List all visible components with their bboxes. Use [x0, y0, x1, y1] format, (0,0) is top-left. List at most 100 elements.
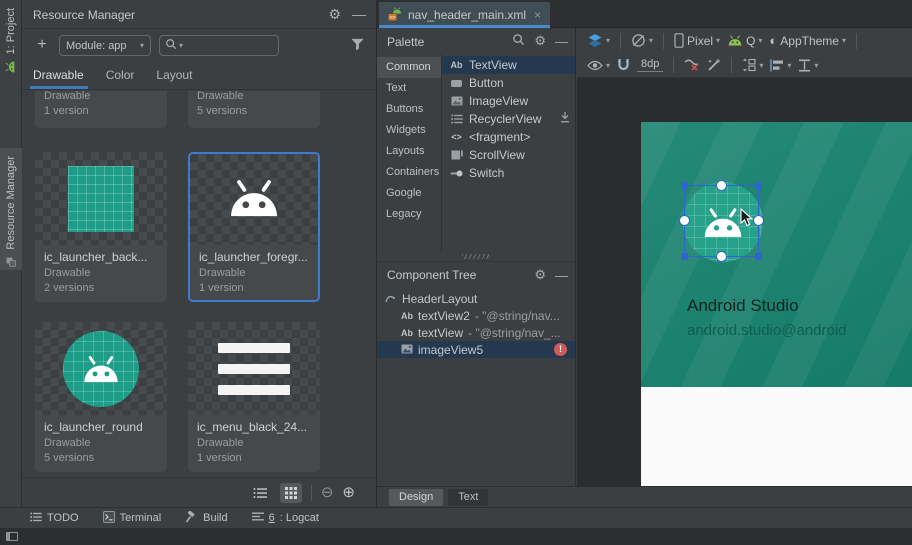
chevron-down-icon: ▾	[716, 36, 720, 45]
resize-handle[interactable]	[681, 182, 688, 189]
design-canvas[interactable]: Android Studio android.studio@android	[577, 78, 912, 486]
zoom-out-button[interactable]: ⊖	[321, 483, 334, 503]
drawable-card-partial[interactable]: Drawable 5 versions	[188, 91, 320, 128]
constraint-anchor[interactable]	[753, 215, 764, 226]
add-resource-button[interactable]: +	[32, 34, 52, 56]
component-button[interactable]: Button	[442, 74, 575, 92]
autoconnect-magnet-button[interactable]	[617, 58, 630, 72]
component-textview[interactable]: Ab TextView	[442, 56, 575, 74]
constraint-anchor[interactable]	[679, 215, 690, 226]
sidebar-tab-resource-manager[interactable]: Resource Manager	[0, 148, 22, 270]
module-selector-label: Module: app	[66, 40, 127, 52]
category-common[interactable]: Common	[377, 57, 441, 78]
tree-node-label: HeaderLayout	[402, 292, 477, 306]
api-version-selector[interactable]: Q ▾	[727, 34, 762, 48]
component-imageview[interactable]: ImageView	[442, 92, 575, 110]
theme-selector[interactable]: ◐ AppTheme ▾	[769, 33, 846, 48]
tool-button-todo[interactable]: TODO	[30, 512, 79, 525]
zoom-in-button[interactable]: ⊕	[342, 483, 355, 503]
drawable-card-ic-launcher-background[interactable]: ic_launcher_back... Drawable 2 versions	[35, 152, 167, 302]
resource-type-tabs: Drawable Color Layout	[23, 61, 375, 90]
tree-node-imageview5[interactable]: imageView5 !	[377, 341, 575, 358]
tree-node-headerlayout[interactable]: HeaderLayout	[377, 290, 575, 307]
constraint-anchor[interactable]	[716, 251, 727, 262]
module-selector[interactable]: Module: app ▾	[59, 35, 151, 56]
drawable-card-ic-menu-black[interactable]: ic_menu_black_24... Drawable 1 version	[188, 322, 320, 472]
drawable-card-ic-launcher-foreground[interactable]: ic_launcher_foregr... Drawable 1 version	[188, 152, 320, 302]
component-recyclerview[interactable]: RecyclerView	[442, 110, 575, 128]
drawable-card-partial[interactable]: Drawable 1 version	[35, 91, 167, 128]
menu-icon-preview	[218, 343, 290, 395]
tree-node-textview[interactable]: Ab textView - "@string/nav_...	[377, 324, 575, 341]
device-selector[interactable]: Pixel ▾	[674, 33, 720, 48]
search-input[interactable]: ▾	[159, 35, 279, 56]
clear-constraints-button[interactable]	[684, 58, 700, 72]
tool-button-terminal[interactable]: Terminal	[103, 511, 162, 526]
align-button[interactable]: ▾	[770, 59, 791, 72]
resize-handle[interactable]	[755, 182, 762, 189]
design-toolbar-constraints: ▾ 8dp ▾ ▾ ▾	[577, 53, 912, 78]
infer-constraints-button[interactable]	[707, 58, 721, 72]
divider	[673, 57, 674, 73]
preview-title-textview[interactable]: Android Studio	[687, 296, 799, 316]
tab-design[interactable]: Design	[389, 489, 443, 506]
category-text[interactable]: Text	[377, 78, 441, 99]
tree-node-textview2[interactable]: Ab textView2 - "@string/nav...	[377, 307, 575, 324]
tab-text[interactable]: Text	[448, 489, 488, 506]
textview-icon: Ab	[401, 328, 413, 338]
filter-icon[interactable]	[351, 38, 364, 54]
minimize-icon[interactable]: —	[352, 6, 366, 22]
resize-handle[interactable]	[681, 253, 688, 260]
sidebar-tab-project[interactable]: 1: Project	[0, 8, 22, 118]
resize-handle[interactable]	[755, 253, 762, 260]
tool-button-build[interactable]: Build	[185, 511, 227, 526]
category-widgets[interactable]: Widgets	[377, 120, 441, 141]
error-icon[interactable]: !	[554, 343, 567, 356]
gear-icon[interactable]: ⚙	[328, 6, 341, 22]
category-containers[interactable]: Containers	[377, 162, 441, 183]
design-surface-selector[interactable]: ▾	[587, 33, 610, 48]
guidelines-button[interactable]: ▾	[798, 59, 818, 72]
pack-button[interactable]: ▾	[742, 58, 763, 72]
gear-icon[interactable]: ⚙	[534, 33, 546, 49]
minimize-icon[interactable]: —	[555, 34, 568, 49]
grid-view-button[interactable]	[280, 483, 302, 503]
tab-color[interactable]: Color	[106, 68, 135, 89]
tool-window-toggle-icon[interactable]	[6, 532, 18, 541]
download-icon[interactable]	[560, 112, 570, 126]
component-switch[interactable]: Switch	[442, 164, 575, 182]
search-icon[interactable]	[512, 33, 525, 49]
image-icon	[449, 96, 464, 106]
orientation-selector[interactable]: ▾	[631, 33, 653, 48]
nav-header-preview[interactable]: Android Studio android.studio@android	[641, 122, 912, 387]
view-options-button[interactable]: ▾	[587, 60, 610, 71]
category-google[interactable]: Google	[377, 183, 441, 204]
default-margin-button[interactable]: 8dp	[637, 58, 663, 72]
palette-panel: Palette ⚙ — Common Text Buttons Widgets …	[377, 28, 576, 252]
status-bar	[0, 528, 912, 545]
chevron-down-icon: ▾	[814, 61, 818, 70]
close-icon[interactable]: ×	[534, 8, 541, 22]
list-view-button[interactable]	[249, 483, 271, 503]
editor-tab-nav-header-main[interactable]: <> nav_header_main.xml ×	[379, 2, 550, 28]
tool-button-logcat[interactable]: 6: Logcat	[252, 512, 319, 524]
component-fragment[interactable]: <> <fragment>	[442, 128, 575, 146]
category-layouts[interactable]: Layouts	[377, 141, 441, 162]
drawable-card-ic-launcher-round[interactable]: ic_launcher_round Drawable 5 versions	[35, 322, 167, 472]
image-icon	[401, 343, 413, 357]
minimize-icon[interactable]: —	[555, 268, 568, 283]
resource-manager-icon	[6, 256, 16, 270]
gear-icon[interactable]: ⚙	[534, 267, 546, 283]
theme-selector-label: AppTheme	[780, 34, 839, 48]
tab-layout[interactable]: Layout	[156, 68, 192, 89]
component-label: RecyclerView	[469, 112, 541, 126]
xml-file-icon: <>	[388, 7, 402, 24]
panel-splitter[interactable]	[377, 252, 576, 261]
category-buttons[interactable]: Buttons	[377, 99, 441, 120]
layout-icon	[385, 292, 397, 306]
constraint-anchor[interactable]	[716, 180, 727, 191]
component-scrollview[interactable]: ScrollView	[442, 146, 575, 164]
preview-body-area[interactable]	[641, 387, 912, 486]
preview-subtitle-textview[interactable]: android.studio@android	[687, 322, 847, 339]
category-legacy[interactable]: Legacy	[377, 204, 441, 225]
